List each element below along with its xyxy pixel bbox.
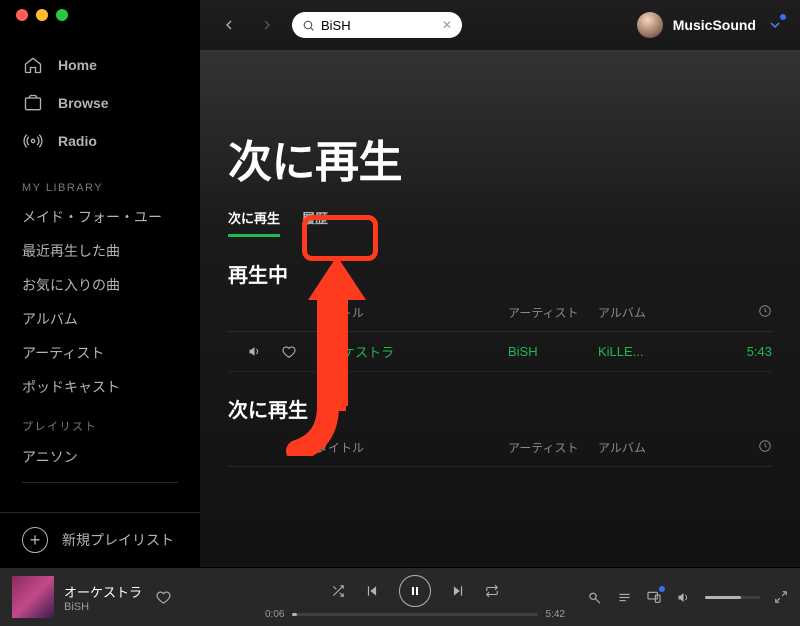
username-label[interactable]: MusicSound — [673, 17, 756, 33]
library-item-artists[interactable]: アーティスト — [0, 336, 200, 370]
sidebar-item-label: Radio — [58, 133, 97, 149]
browse-icon — [22, 92, 44, 114]
track-title[interactable]: オーケストラ — [316, 342, 502, 361]
plus-icon: + — [22, 527, 48, 553]
radio-icon — [22, 130, 44, 152]
track-table-header: タイトル アーティスト アルバム — [228, 294, 772, 332]
column-artist: アーティスト — [508, 304, 592, 321]
library-item-liked-songs[interactable]: お気に入りの曲 — [0, 268, 200, 302]
lyrics-button[interactable] — [588, 590, 603, 605]
pause-button[interactable] — [399, 575, 431, 607]
previous-button[interactable] — [365, 584, 379, 598]
library-item-albums[interactable]: アルバム — [0, 302, 200, 336]
volume-button[interactable] — [676, 590, 691, 605]
track-row-now-playing[interactable]: オーケストラ BiSH KiLLE... 5:43 — [228, 332, 772, 372]
player-bar: オーケストラ BiSH 0:06 — [0, 567, 800, 626]
search-input[interactable] — [321, 18, 436, 33]
column-title: タイトル — [316, 304, 502, 321]
column-duration-icon — [700, 304, 778, 321]
track-table-header-2: タイトル アーティスト アルバム — [228, 429, 772, 467]
volume-slider[interactable] — [705, 596, 760, 599]
track-duration: 5:43 — [700, 344, 778, 359]
library-item-recently-played[interactable]: 最近再生した曲 — [0, 234, 200, 268]
sidebar: Home Browse Radio MY LIBRARY メイド・フォー・ユー … — [0, 0, 200, 567]
library-section-label: MY LIBRARY — [0, 168, 200, 200]
player-like-button[interactable] — [156, 590, 171, 605]
main-content: 次に再生 次に再生 履歴 再生中 タイトル アーティスト アルバム オーケストラ… — [200, 50, 800, 567]
search-box[interactable]: ✕ — [292, 12, 462, 38]
like-track-button[interactable] — [282, 345, 310, 359]
new-playlist-button[interactable]: + 新規プレイリスト — [0, 512, 200, 567]
devices-button[interactable] — [646, 589, 662, 605]
column-title: タイトル — [316, 439, 502, 456]
player-track-title[interactable]: オーケストラ — [64, 582, 142, 601]
next-button[interactable] — [451, 584, 465, 598]
clear-search-button[interactable]: ✕ — [442, 18, 452, 32]
maximize-window-button[interactable] — [56, 9, 68, 21]
window-controls — [16, 9, 68, 21]
library-item-made-for-you[interactable]: メイド・フォー・ユー — [0, 200, 200, 234]
column-album: アルバム — [598, 439, 694, 456]
up-next-heading: 次に再生 — [228, 394, 772, 423]
topbar: ✕ MusicSound — [200, 0, 800, 50]
playlists-section-label: プレイリスト — [0, 404, 200, 440]
sidebar-item-home[interactable]: Home — [0, 46, 200, 84]
sidebar-item-label: Home — [58, 57, 97, 73]
playlist-item[interactable]: アニソン — [0, 440, 200, 474]
now-playing-indicator-icon — [246, 344, 262, 360]
sidebar-divider — [22, 482, 178, 483]
column-artist: アーティスト — [508, 439, 592, 456]
sidebar-item-radio[interactable]: Radio — [0, 122, 200, 160]
queue-tabs: 次に再生 履歴 — [228, 208, 772, 235]
elapsed-time: 0:06 — [265, 609, 284, 620]
track-artist[interactable]: BiSH — [508, 344, 592, 359]
queue-button[interactable] — [617, 590, 632, 605]
nav-back-button[interactable] — [216, 12, 242, 38]
minimize-window-button[interactable] — [36, 9, 48, 21]
shuffle-button[interactable] — [331, 584, 345, 598]
nav-forward-button[interactable] — [254, 12, 280, 38]
sidebar-item-browse[interactable]: Browse — [0, 84, 200, 122]
avatar[interactable] — [637, 12, 663, 38]
progress-bar[interactable] — [292, 613, 537, 616]
search-icon — [302, 19, 315, 32]
user-menu-chevron[interactable] — [766, 16, 784, 34]
total-time: 5:42 — [546, 609, 565, 620]
close-window-button[interactable] — [16, 9, 28, 21]
page-title: 次に再生 — [228, 126, 772, 190]
album-cover[interactable] — [12, 576, 54, 618]
column-album: アルバム — [598, 304, 694, 321]
repeat-button[interactable] — [485, 584, 499, 598]
track-album[interactable]: KiLLE... — [598, 344, 694, 359]
library-item-podcasts[interactable]: ポッドキャスト — [0, 370, 200, 404]
tab-history[interactable]: 履歴 — [302, 208, 328, 235]
notification-dot — [780, 14, 786, 20]
player-track-artist[interactable]: BiSH — [64, 601, 142, 613]
column-duration-icon — [700, 439, 778, 456]
sidebar-item-label: Browse — [58, 95, 109, 111]
fullscreen-button[interactable] — [774, 590, 788, 604]
new-playlist-label: 新規プレイリスト — [62, 530, 174, 550]
tab-up-next[interactable]: 次に再生 — [228, 208, 280, 235]
home-icon — [22, 54, 44, 76]
now-playing-heading: 再生中 — [228, 259, 772, 288]
devices-notification-dot — [659, 586, 665, 592]
